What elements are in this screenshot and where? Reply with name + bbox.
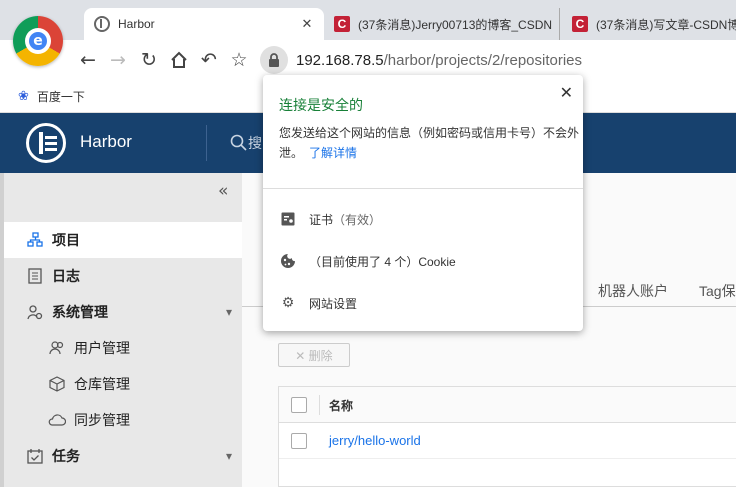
- chevron-down-icon[interactable]: ▾: [226, 305, 232, 319]
- popup-divider: [263, 188, 583, 189]
- harbor-brand: Harbor: [80, 132, 132, 151]
- sidebar-item-admin[interactable]: 系统管理 ▾: [4, 294, 242, 330]
- users-icon: [48, 339, 66, 357]
- close-icon[interactable]: ✕: [560, 83, 573, 102]
- logs-icon: [26, 267, 44, 285]
- certificate-row[interactable]: 证书 （有效）: [279, 209, 381, 229]
- site-settings-label: 网站设置: [309, 296, 358, 311]
- search-hint: 搜: [248, 135, 262, 151]
- projects-icon: [26, 231, 44, 249]
- sidebar-item-label: 同步管理: [74, 412, 130, 428]
- select-all-checkbox[interactable]: [291, 397, 307, 413]
- sidebar-item-label: 日志: [52, 268, 80, 284]
- home-icon[interactable]: [167, 48, 191, 72]
- browser-tab-csdn-write[interactable]: C (37条消息)写文章-CSDN博: [564, 8, 736, 40]
- bookmark-baidu[interactable]: 百度一下: [37, 88, 85, 105]
- collapse-sidebar-icon[interactable]: «: [218, 181, 228, 201]
- csdn-favicon-icon: C: [334, 16, 350, 32]
- certificate-icon: [279, 210, 297, 228]
- harbor-sidebar: « 项目 日志 系统管理 ▾ 用户管理 仓库管理 同步管理 任务 ▾: [0, 173, 242, 487]
- harbor-logo-icon: [26, 123, 66, 163]
- harbor-favicon-icon: [94, 16, 110, 32]
- cookie-row[interactable]: （目前使用了 4 个）Cookie: [279, 251, 456, 271]
- url-host: 192.168.78.5: [296, 51, 384, 69]
- learn-more-link[interactable]: 了解详情: [309, 146, 357, 160]
- global-search[interactable]: 搜: [230, 133, 262, 153]
- tab-title: Harbor: [118, 17, 155, 31]
- lock-icon[interactable]: [260, 46, 288, 74]
- undo-icon[interactable]: ↶: [197, 48, 221, 72]
- column-divider: [319, 395, 320, 415]
- browser-tab-strip: Harbor ✕ C (37条消息)Jerry00713的博客_CSDN C (…: [0, 0, 736, 40]
- tab-title: (37条消息)Jerry00713的博客_CSDN: [358, 17, 553, 32]
- tab-robot-accounts[interactable]: 机器人账户: [598, 281, 668, 301]
- sidebar-item-logs[interactable]: 日志: [4, 258, 242, 294]
- gear-icon: ⚙: [281, 295, 295, 311]
- column-header-name[interactable]: 名称: [329, 397, 353, 414]
- tab-title: (37条消息)写文章-CSDN博: [596, 17, 736, 32]
- sidebar-item-label: 项目: [52, 232, 80, 248]
- admin-icon: [26, 303, 44, 321]
- cookie-icon: [279, 252, 297, 270]
- tasks-icon: [26, 447, 44, 465]
- cookie-label: （目前使用了 4 个）Cookie: [309, 254, 456, 269]
- sidebar-item-replication[interactable]: 同步管理: [4, 402, 242, 438]
- tab-close-icon[interactable]: ✕: [298, 16, 316, 32]
- forward-icon[interactable]: →: [106, 48, 130, 72]
- repositories-table: 名称 jerry/hello-world: [278, 386, 736, 487]
- registry-icon: [48, 375, 66, 393]
- search-icon: [230, 134, 247, 151]
- csdn-favicon-icon: C: [572, 16, 588, 32]
- certificate-label: 证书: [309, 212, 334, 227]
- certificate-status: （有效）: [333, 212, 382, 227]
- sidebar-item-projects[interactable]: 项目: [4, 222, 242, 258]
- chevron-down-icon[interactable]: ▾: [226, 449, 232, 463]
- browser-tab-csdn-blog[interactable]: C (37条消息)Jerry00713的博客_CSDN: [326, 8, 560, 40]
- popup-title: 连接是安全的: [279, 97, 363, 113]
- browser-toolbar: ← → ↻ ↶ ☆ 192.168.78.5/harbor/projects/2…: [0, 40, 736, 80]
- sidebar-item-label: 仓库管理: [74, 376, 130, 392]
- sidebar-item-label: 系统管理: [52, 304, 108, 320]
- url-path: /harbor/projects/2/repositories: [383, 51, 583, 69]
- chrome-logo-icon: e: [13, 16, 63, 66]
- table-row: jerry/hello-world: [279, 423, 736, 459]
- sidebar-item-label: 用户管理: [74, 340, 130, 356]
- reload-icon[interactable]: ↻: [137, 48, 161, 72]
- delete-button[interactable]: ✕ 删除: [278, 343, 350, 367]
- sidebar-item-users[interactable]: 用户管理: [4, 330, 242, 366]
- browser-tab-harbor[interactable]: Harbor ✕: [84, 8, 324, 40]
- sidebar-item-label: 任务: [52, 448, 80, 464]
- popup-description: 您发送给这个网站的信息（例如密码或信用卡号）不会外泄。 了解详情: [279, 123, 579, 163]
- row-checkbox[interactable]: [291, 433, 307, 449]
- header-divider: [206, 125, 207, 161]
- table-header: 名称: [279, 387, 736, 423]
- bookmark-star-icon[interactable]: ☆: [227, 48, 251, 72]
- sidebar-item-registries[interactable]: 仓库管理: [4, 366, 242, 402]
- tab-tag-retention[interactable]: Tag保: [699, 281, 736, 301]
- replication-icon: [48, 411, 66, 429]
- baidu-paw-icon: ❀: [18, 88, 29, 103]
- back-icon[interactable]: ←: [76, 48, 100, 72]
- repository-link[interactable]: jerry/hello-world: [329, 433, 421, 448]
- site-settings-row[interactable]: ⚙ 网站设置: [279, 293, 357, 313]
- sidebar-item-tasks[interactable]: 任务 ▾: [4, 438, 242, 474]
- address-bar[interactable]: 192.168.78.5/harbor/projects/2/repositor…: [260, 46, 736, 74]
- site-info-popup: 连接是安全的 ✕ 您发送给这个网站的信息（例如密码或信用卡号）不会外泄。 了解详情…: [263, 75, 583, 331]
